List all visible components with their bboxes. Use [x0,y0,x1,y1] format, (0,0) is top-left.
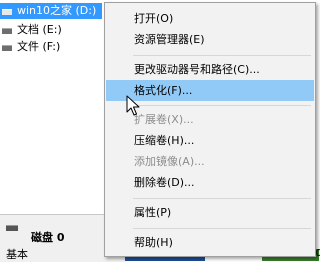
menu-item-label: 格式化(F)... [134,84,193,97]
menu-item-label: 打开(O) [134,12,174,25]
menu-item-change-drive-letter[interactable]: 更改驱动器号和路径(C)... [106,59,314,80]
disk-icon [6,225,18,231]
volume-tree: win10之家 (D:) 文档 (E:) 文件 (F:) [0,0,120,200]
menu-item-properties[interactable]: 属性(P) [106,202,314,223]
menu-item-label: 删除卷(D)... [134,176,195,189]
menu-item-label: 资源管理器(E) [134,33,205,46]
menu-item-label: 添加镜像(A)... [134,155,205,168]
menu-separator [133,228,311,229]
tree-item-label: 文件 (F:) [17,40,61,53]
menu-item-label: 属性(P) [134,206,172,219]
tree-item-f-drive[interactable]: 文件 (F:) [0,39,102,55]
menu-item-delete-volume[interactable]: 删除卷(D)... [106,172,314,193]
tree-item-d-drive[interactable]: win10之家 (D:) [0,3,102,19]
context-menu: 打开(O) 资源管理器(E) 更改驱动器号和路径(C)... 格式化(F)...… [104,2,316,257]
menu-item-label: 压缩卷(H)... [134,134,195,147]
menu-separator [133,55,311,56]
tree-item-e-drive[interactable]: 文档 (E:) [0,22,102,38]
tree-item-label: win10之家 (D:) [17,4,97,17]
menu-item-help[interactable]: 帮助(H) [106,232,314,253]
menu-item-shrink-volume[interactable]: 压缩卷(H)... [106,130,314,151]
menu-item-add-mirror[interactable]: 添加镜像(A)... [106,151,314,172]
menu-item-open[interactable]: 打开(O) [106,8,314,29]
disk-name: 磁盘 0 [31,231,65,244]
menu-item-label: 帮助(H) [134,236,173,249]
menu-item-explorer[interactable]: 资源管理器(E) [106,29,314,50]
menu-item-label: 更改驱动器号和路径(C)... [134,63,260,76]
drive-icon [2,9,12,15]
disk-type: 基本 [6,248,28,261]
mouse-cursor-icon [126,95,140,116]
menu-separator [133,198,311,199]
drive-icon [2,28,12,34]
menu-separator [133,105,311,106]
drive-icon [2,45,12,51]
menu-item-label: 扩展卷(X)... [134,113,194,126]
tree-item-label: 文档 (E:) [17,23,62,36]
